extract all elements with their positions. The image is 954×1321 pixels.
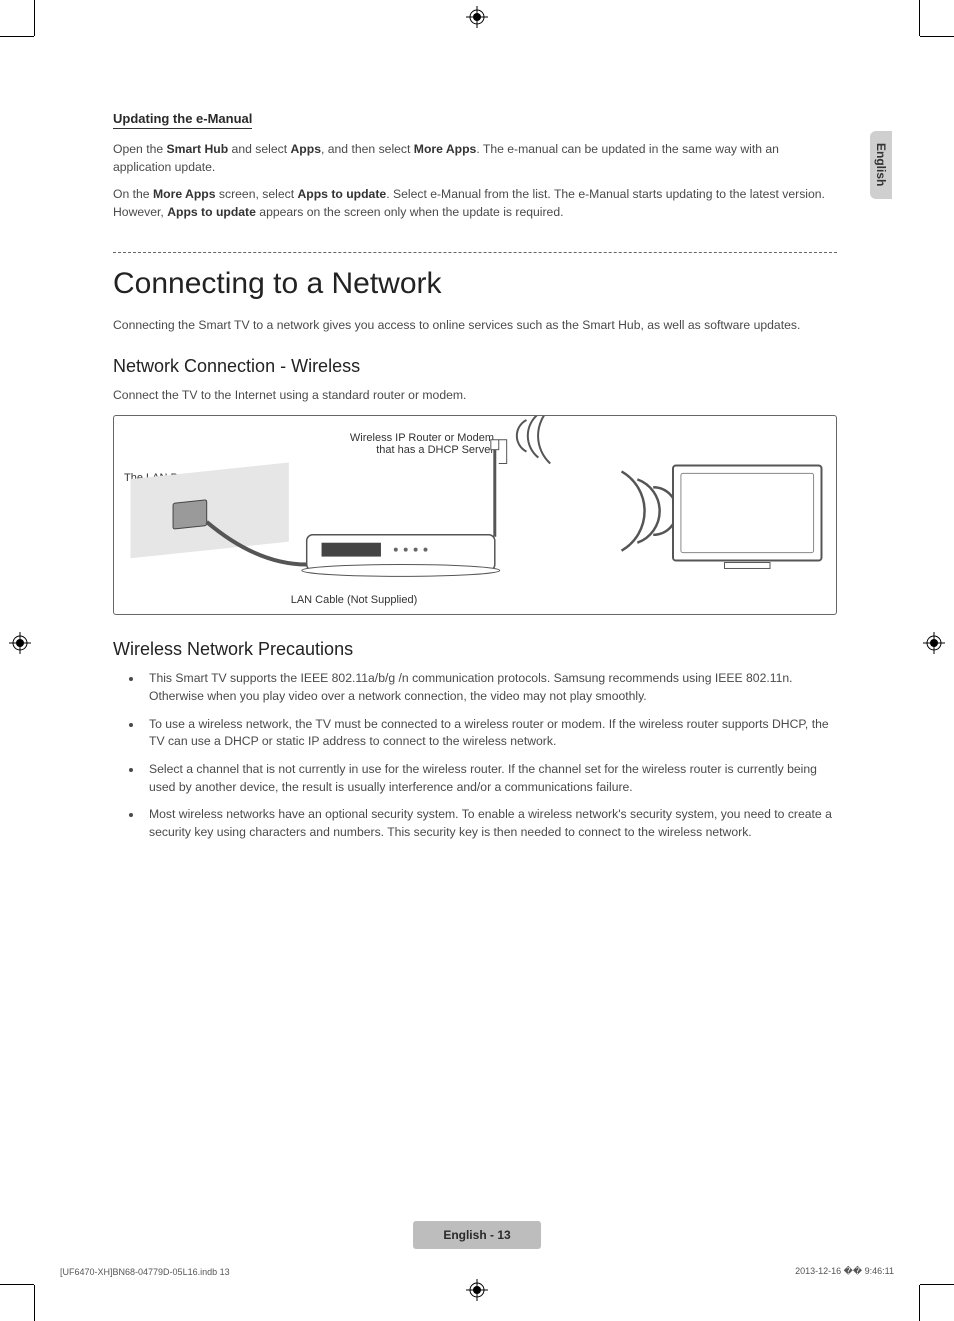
footer-filename: [UF6470-XH]BN68-04779D-05L16.indb 13 [60, 1267, 230, 1277]
registration-mark-icon [466, 1279, 488, 1301]
crop-mark [34, 0, 35, 36]
page-number-badge: English - 13 [413, 1221, 541, 1249]
wireless-diagram-illustration [114, 416, 836, 614]
page: English Updating the e-Manual Open the S… [0, 0, 954, 1321]
dashed-divider [113, 252, 837, 253]
paragraph: Open the Smart Hub and select Apps, and … [113, 141, 837, 176]
crop-mark [919, 0, 920, 36]
list-item: Most wireless networks have an optional … [143, 806, 837, 841]
precautions-list: This Smart TV supports the IEEE 802.11a/… [113, 670, 837, 842]
list-item: Select a channel that is not currently i… [143, 761, 837, 796]
crop-mark [34, 1285, 35, 1321]
wireless-connection-heading: Network Connection - Wireless [113, 356, 837, 377]
wireless-precautions-heading: Wireless Network Precautions [113, 639, 837, 660]
paragraph: Connecting the Smart TV to a network giv… [113, 317, 837, 335]
list-item: This Smart TV supports the IEEE 802.11a/… [143, 670, 837, 705]
wireless-diagram: Wireless IP Router or Modem that has a D… [113, 415, 837, 615]
crop-mark [920, 1284, 954, 1285]
connecting-network-heading: Connecting to a Network [113, 267, 837, 301]
language-tab-label: English [874, 143, 888, 186]
updating-emanual-heading: Updating the e-Manual [113, 111, 252, 129]
language-tab: English [870, 131, 892, 199]
registration-mark-icon [923, 632, 945, 654]
paragraph: On the More Apps screen, select Apps to … [113, 186, 837, 221]
crop-mark [920, 36, 954, 37]
crop-mark [0, 1284, 34, 1285]
registration-mark-icon [466, 6, 488, 28]
paragraph: Connect the TV to the Internet using a s… [113, 387, 837, 405]
crop-mark [0, 36, 34, 37]
content: Updating the e-Manual Open the Smart Hub… [113, 110, 837, 852]
footer-timestamp: 2013-12-16 �� 9:46:11 [795, 1266, 894, 1277]
crop-mark [919, 1285, 920, 1321]
registration-mark-icon [9, 632, 31, 654]
list-item: To use a wireless network, the TV must b… [143, 716, 837, 751]
